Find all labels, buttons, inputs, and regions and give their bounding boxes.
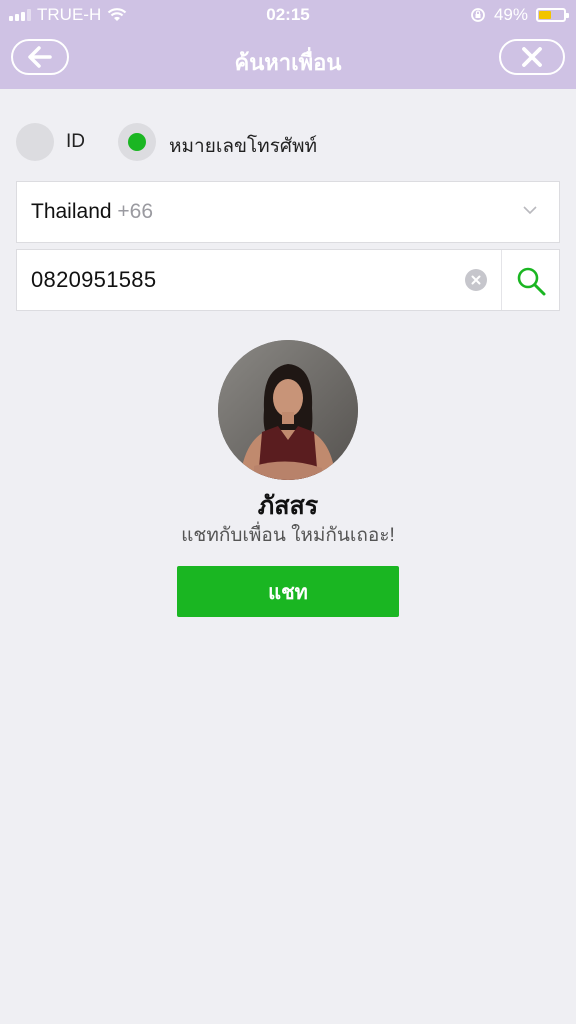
radio-phone-label[interactable]: หมายเลขโทรศัพท์ [169,131,317,161]
search-icon[interactable] [515,265,549,297]
radio-id[interactable] [16,123,54,161]
battery-percent: 49% [493,5,528,24]
profile-photo [218,340,358,480]
country-label: Thailand +66 [31,200,153,224]
country-code: +66 [117,200,154,223]
battery-info: 49% [470,5,569,25]
search-divider [501,250,502,310]
rotation-lock-icon [471,8,485,22]
close-icon [522,47,542,67]
clear-icon [471,275,481,285]
profile-status-message: แชทกับเพื่อน ใหม่กันเถอะ! [181,525,395,546]
phone-search-field: 0820951585 [16,249,560,311]
country-select[interactable]: Thailand +66 [16,181,560,243]
status-bar: TRUE-H 02:15 49% [0,0,576,30]
page-title: ค้นหาเพื่อน [234,50,342,75]
country-name: Thailand [31,200,112,223]
phone-input[interactable]: 0820951585 [31,267,156,293]
close-button[interactable] [499,39,565,75]
clear-input-button[interactable] [465,269,487,291]
chevron-down-icon [523,206,537,215]
radio-phone[interactable] [118,123,156,161]
chat-button[interactable]: แชท [177,566,399,617]
battery-icon [536,8,569,22]
profile-avatar [218,340,358,480]
radio-selected-dot [128,133,146,151]
radio-id-label[interactable]: ID [66,131,85,153]
header-bar: TRUE-H 02:15 49% ค้นหาเพื่อน [0,0,576,89]
